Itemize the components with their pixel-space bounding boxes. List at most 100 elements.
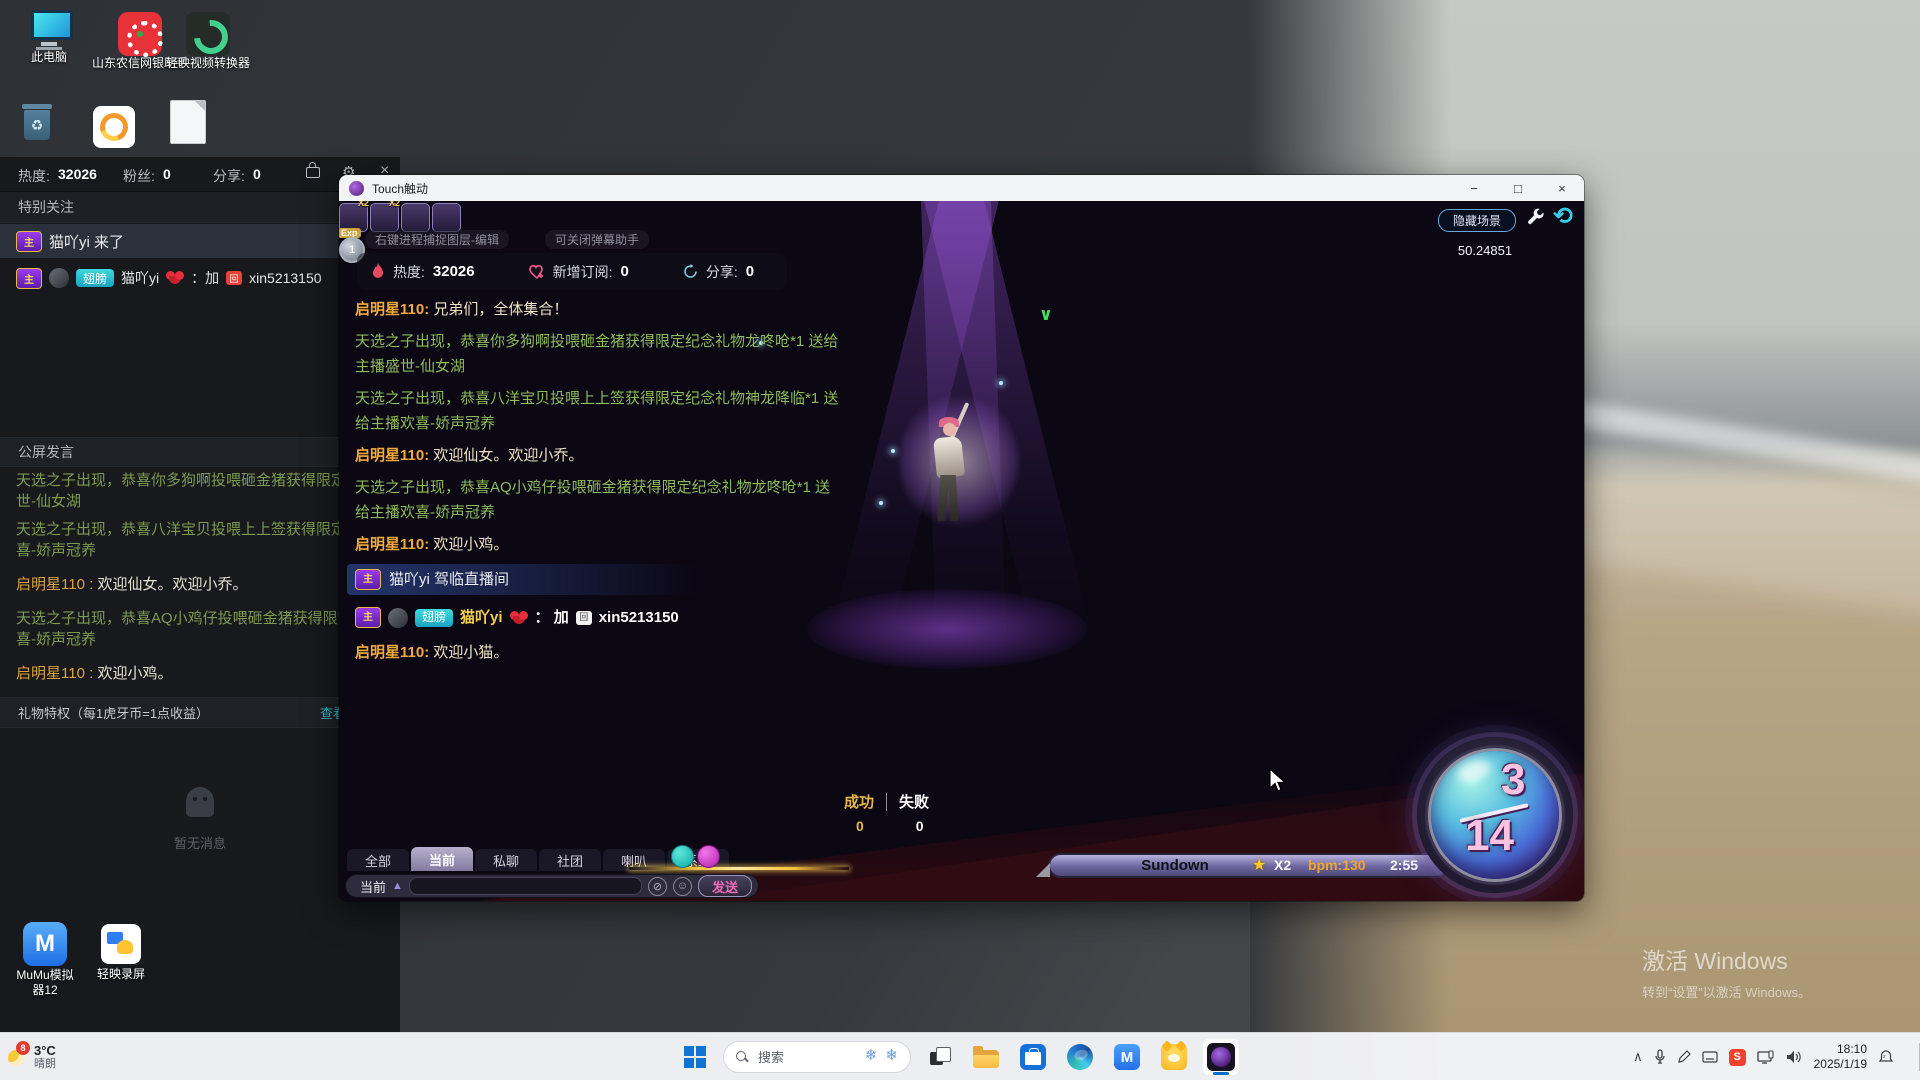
song-name: Sundown	[1141, 857, 1209, 874]
date: 2025/1/19	[1813, 1057, 1867, 1071]
undo-icon[interactable]: ⟲	[1553, 204, 1579, 230]
tab-current[interactable]: 当前	[411, 847, 473, 871]
wrench-icon[interactable]	[1525, 207, 1547, 229]
channel-selector[interactable]: 当前	[360, 877, 386, 896]
empty-state-text: 暂无消息	[173, 836, 226, 851]
public-chat-title: 公屏发言	[18, 444, 74, 460]
heart-plus-icon	[528, 264, 543, 279]
host-badge: 主	[16, 230, 42, 252]
fans-label: 粉丝:	[123, 168, 155, 184]
arrival-text: 猫吖yi 来了	[49, 233, 125, 251]
fans-value: 0	[163, 166, 171, 182]
tab-guild[interactable]: 社团	[539, 849, 601, 871]
sogou-icon[interactable]: S	[1728, 1048, 1746, 1066]
emoji-icon[interactable]: ☺	[673, 876, 692, 896]
host-badge: 主	[16, 267, 42, 289]
share-refresh-icon	[684, 264, 697, 278]
taskbar-clock[interactable]: 18:10 2025/1/19	[1814, 1042, 1867, 1072]
pen-icon[interactable]	[1677, 1050, 1691, 1064]
hide-scene-button[interactable]: 隐藏场景	[1438, 209, 1516, 232]
window-titlebar[interactable]: Touch触动 − □ ×	[339, 175, 1584, 201]
desktop-icon-screen-recorder[interactable]: 轻映录屏	[92, 924, 150, 982]
touch-icon	[1207, 1043, 1235, 1071]
avatar	[388, 607, 408, 628]
game-viewport: ∨ X2 Exp X2 1 右键进程捕捉图层-编辑 可关闭弹幕助手 热度: 320…	[339, 201, 1584, 901]
weather-widget[interactable]: 8 3°C 晴朗	[6, 1037, 116, 1077]
touch-game-window: Touch触动 − □ × ∨ X2 Exp X2 1 右键进程捕捉图层-编辑 …	[339, 175, 1584, 901]
share-label: 分享:	[213, 168, 245, 184]
desktop-icon-app-orange[interactable]	[93, 106, 135, 148]
desktop-icon-mumu[interactable]: M MuMu模拟器12	[14, 922, 76, 998]
song-multiplier: X2	[1274, 857, 1292, 873]
network-display-icon[interactable]	[1756, 1049, 1775, 1065]
monitor-icon	[31, 10, 73, 40]
new-sub-label: 新增订阅:	[552, 263, 613, 280]
chat-lock-button[interactable]	[671, 845, 694, 868]
chat-horn-button[interactable]	[697, 845, 720, 868]
microsoft-store-button[interactable]	[1014, 1038, 1052, 1076]
weather-desc: 晴朗	[34, 1058, 56, 1070]
mumu-taskbar-button[interactable]: M	[1108, 1038, 1146, 1076]
lips-emoji	[166, 271, 185, 285]
wechat-icon: 回	[575, 610, 592, 625]
chat-message: 启明星110: 欢迎仙女。欢迎小乔。	[355, 447, 584, 464]
desktop-icon-recycle-bin[interactable]: ♻	[22, 104, 52, 140]
special-follow-title: 特别关注	[18, 199, 74, 215]
desktop-icon-file[interactable]	[170, 100, 206, 144]
share-label: 分享:	[705, 263, 738, 280]
start-button[interactable]	[676, 1038, 714, 1076]
taskbar-search[interactable]: ❄ ❄	[723, 1041, 911, 1073]
desktop-icon-video-converter[interactable]: 轻映视频转换器	[158, 12, 258, 71]
new-sub-value: 0	[620, 263, 629, 280]
ghost-empty-icon	[186, 787, 214, 817]
video-converter-icon	[186, 12, 230, 56]
windows-logo-icon	[684, 1046, 706, 1068]
minimize-button[interactable]: −	[1452, 175, 1496, 201]
taskbar: 8 3°C 晴朗 ❄ ❄	[0, 1032, 1920, 1080]
mumu-icon: M	[1114, 1044, 1140, 1070]
buff-icon-3	[401, 203, 430, 232]
score-panel: 成功 失败 0 0	[844, 791, 984, 834]
chat-message: 启明星110: 兄弟们，全体集合！	[355, 301, 569, 318]
game-chat-list: 启明星110: 兄弟们，全体集合！ 天选之子出现，恭喜你多狗啊投喂砸金猪获得限定…	[347, 297, 845, 672]
chat-text-input[interactable]	[408, 877, 642, 895]
file-explorer-button[interactable]	[967, 1038, 1005, 1076]
channel-dropdown-icon[interactable]: ▲	[392, 880, 403, 892]
notification-bell-icon[interactable]: z	[1878, 1049, 1894, 1065]
heat-value: 32026	[432, 263, 475, 280]
maximize-button[interactable]: □	[1496, 175, 1540, 201]
search-input[interactable]	[756, 1048, 860, 1066]
store-icon	[1020, 1044, 1046, 1070]
heat-label: 热度:	[18, 168, 50, 184]
buff-icon-4	[432, 203, 461, 232]
lock-icon[interactable]	[306, 162, 320, 178]
icon-label: 此电脑	[30, 50, 67, 64]
chat-message: 启明星110: 欢迎小猫。	[355, 644, 509, 661]
huya-taskbar-button[interactable]	[1155, 1038, 1193, 1076]
mic-icon[interactable]	[1654, 1049, 1666, 1065]
touch-keyboard-icon[interactable]	[1702, 1051, 1718, 1063]
tab-all[interactable]: 全部	[347, 849, 409, 871]
edge-button[interactable]	[1061, 1038, 1099, 1076]
icon-label: 轻映视频转换器	[165, 56, 250, 70]
flame-icon	[373, 263, 383, 278]
fail-label: 失败	[899, 794, 930, 811]
search-icon	[736, 1051, 748, 1063]
volume-icon[interactable]	[1786, 1050, 1803, 1064]
desktop-icon-this-pc[interactable]: 此电脑	[18, 10, 80, 65]
song-bar-notch	[1036, 863, 1050, 877]
chat-input-bar: 当前 ▲ ⊘ ☺ 发送	[345, 874, 759, 898]
windows-activation-watermark: 激活 Windows 转到“设置”以激活 Windows。	[1642, 948, 1812, 1000]
touch-taskbar-button-active[interactable]	[1202, 1038, 1240, 1076]
song-bpm: bpm:130	[1308, 857, 1366, 873]
user-name: 猫吖yi	[121, 270, 160, 286]
send-button[interactable]: 发送	[698, 875, 752, 897]
fail-value: 0	[915, 818, 924, 834]
close-button[interactable]: ×	[1540, 175, 1584, 201]
task-view-button[interactable]	[920, 1038, 958, 1076]
hidden-icons-chevron[interactable]: ∧	[1633, 1049, 1643, 1065]
tab-private[interactable]: 私聊	[475, 849, 537, 871]
time: 18:10	[1836, 1042, 1867, 1056]
star-icon: ★	[1252, 857, 1267, 874]
no-draw-icon[interactable]: ⊘	[648, 876, 667, 896]
